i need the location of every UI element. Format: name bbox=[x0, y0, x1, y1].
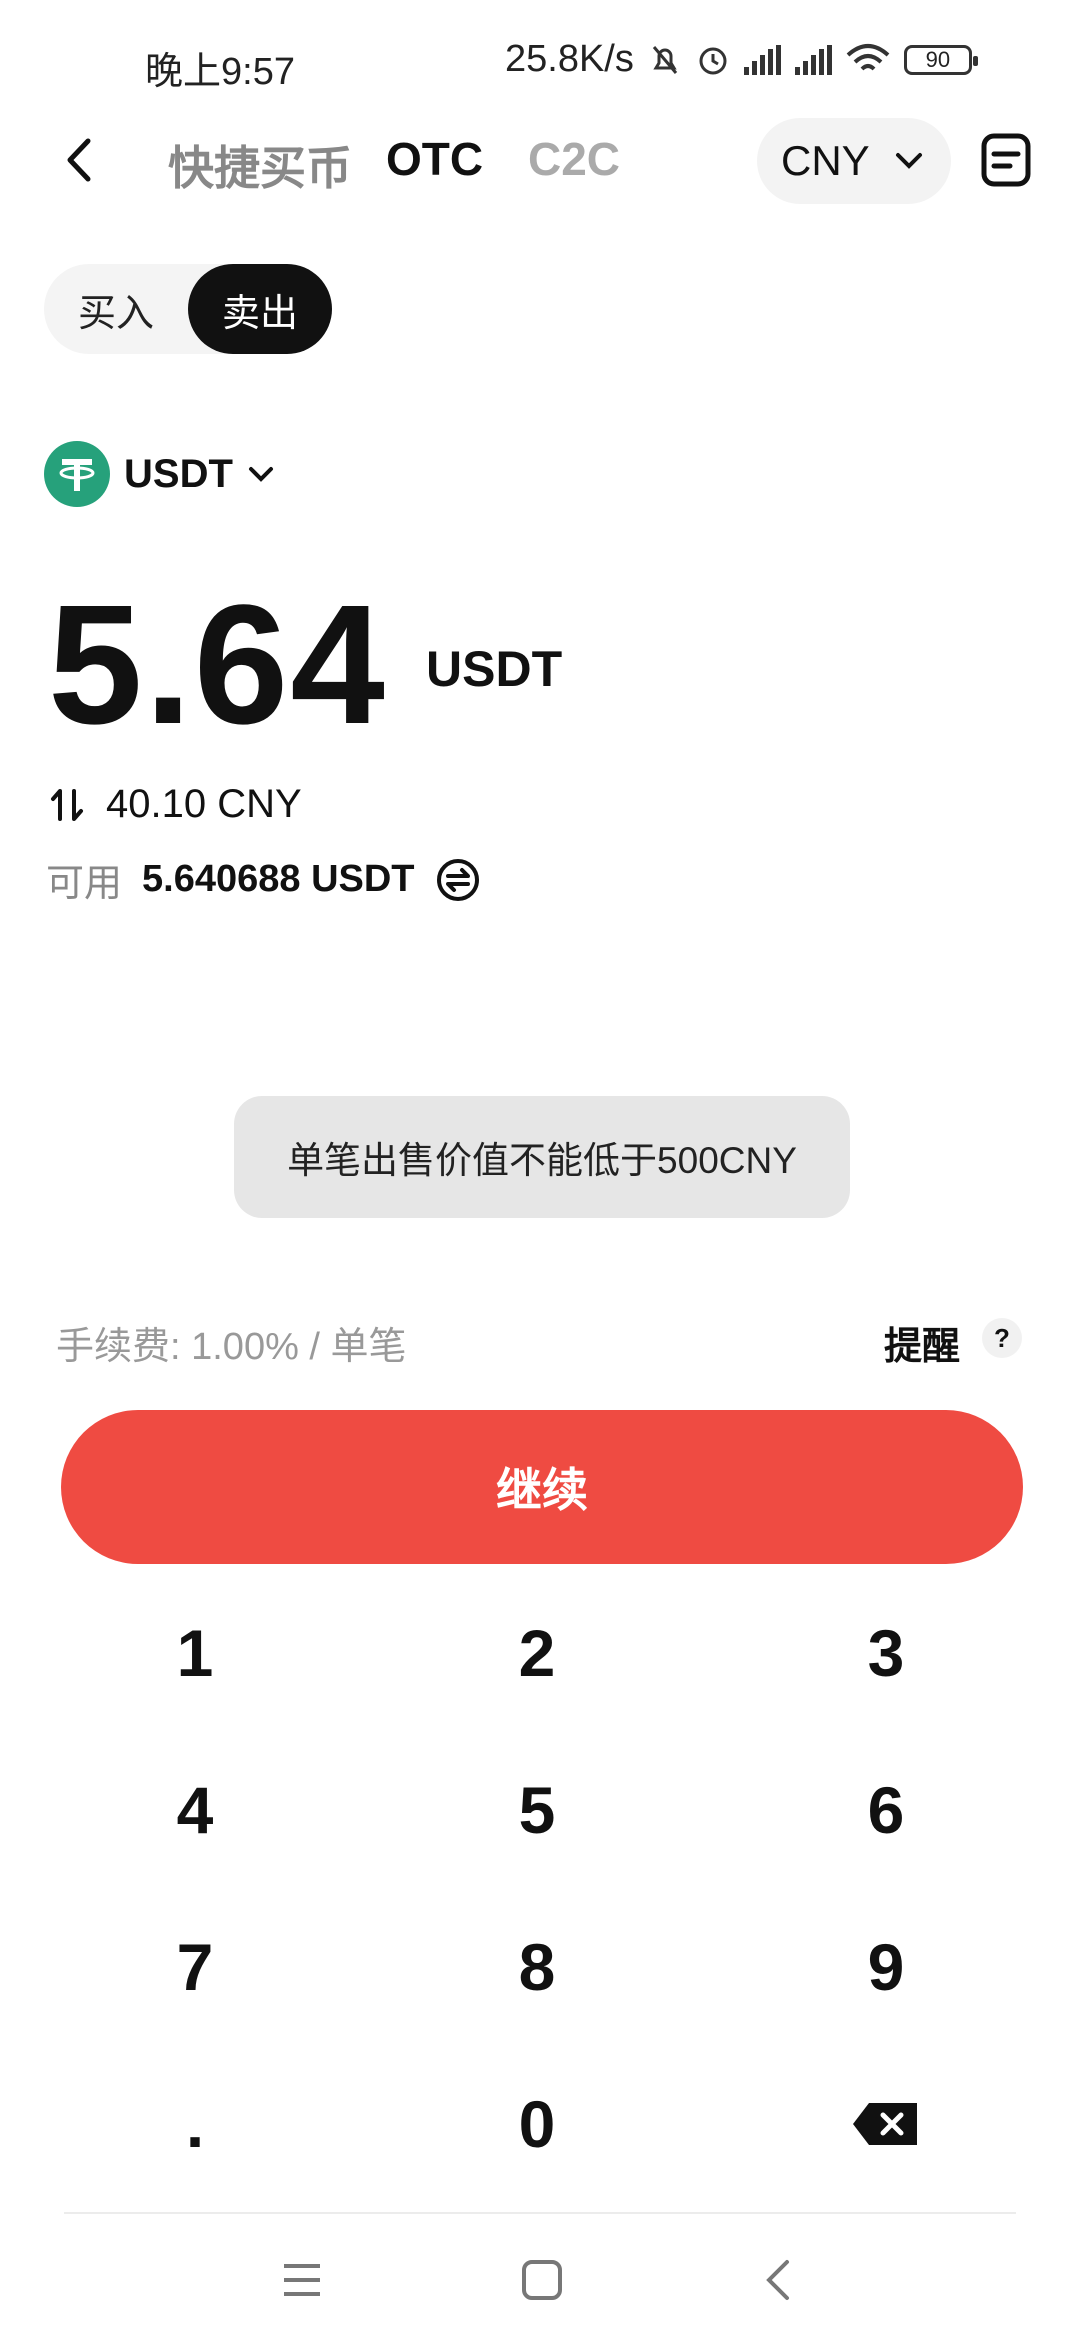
converted-amount[interactable]: 40.10 CNY bbox=[50, 782, 302, 827]
amount-value: 5.64 bbox=[48, 570, 387, 760]
net-speed: 25.8K/s bbox=[505, 38, 634, 80]
alarm-icon bbox=[699, 47, 727, 74]
key-backspace[interactable] bbox=[786, 2064, 986, 2184]
menu-nav-icon[interactable] bbox=[272, 2250, 332, 2310]
signal-icon bbox=[743, 44, 781, 75]
sell-option[interactable]: 卖出 bbox=[188, 264, 332, 354]
remind-link[interactable]: 提醒 bbox=[884, 1315, 960, 1370]
key-0[interactable]: 0 bbox=[437, 2064, 637, 2184]
signal-icon bbox=[794, 44, 832, 75]
available-label: 可用 bbox=[46, 863, 123, 905]
swap-vertical-icon bbox=[51, 788, 83, 821]
battery-level: 90 bbox=[925, 46, 951, 72]
min-sell-toast: 单笔出售价值不能低于500CNY bbox=[234, 1096, 850, 1218]
mute-bell-icon bbox=[652, 45, 678, 74]
currency-label: CNY bbox=[781, 137, 870, 184]
order-list-icon[interactable] bbox=[980, 132, 1032, 188]
home-nav-icon[interactable] bbox=[512, 2250, 572, 2310]
buy-option[interactable]: 买入 bbox=[44, 264, 188, 354]
fee-info: 手续费: 1.00% / 单笔 bbox=[56, 1326, 407, 1368]
wifi-icon bbox=[846, 43, 890, 70]
key-dot[interactable]: . bbox=[95, 2064, 295, 2184]
convert-circle-icon[interactable] bbox=[435, 857, 481, 903]
status-bar: 晚上9:57 25.8K/s 90 bbox=[0, 0, 1080, 128]
status-icons: 25.8K/s 90 bbox=[505, 38, 978, 81]
continue-button[interactable]: 继续 bbox=[61, 1410, 1023, 1564]
tab-c2c[interactable]: C2C bbox=[528, 132, 620, 186]
battery-icon: 90 bbox=[903, 44, 978, 75]
key-9[interactable]: 9 bbox=[786, 1907, 986, 2027]
status-time: 晚上9:57 bbox=[145, 51, 295, 93]
key-3[interactable]: 3 bbox=[786, 1593, 986, 1713]
available-balance: 可用 5.640688 USDT bbox=[46, 852, 481, 907]
trade-mode-toggle: 买入 卖出 bbox=[44, 264, 332, 354]
amount-unit: USDT bbox=[426, 641, 563, 697]
chevron-down-icon bbox=[895, 153, 922, 169]
key-6[interactable]: 6 bbox=[786, 1750, 986, 1870]
key-1[interactable]: 1 bbox=[95, 1593, 295, 1713]
currency-selector[interactable]: CNY bbox=[757, 118, 951, 204]
back-arrow-icon[interactable] bbox=[60, 135, 100, 185]
key-8[interactable]: 8 bbox=[437, 1907, 637, 2027]
tab-otc[interactable]: OTC bbox=[386, 132, 483, 186]
key-2[interactable]: 2 bbox=[437, 1593, 637, 1713]
coin-selector[interactable]: USDT bbox=[44, 441, 275, 507]
help-icon[interactable]: ? bbox=[982, 1318, 1022, 1358]
converted-value: 40.10 CNY bbox=[106, 782, 302, 826]
back-nav-icon[interactable] bbox=[748, 2250, 808, 2310]
key-5[interactable]: 5 bbox=[437, 1750, 637, 1870]
key-4[interactable]: 4 bbox=[95, 1750, 295, 1870]
coin-symbol: USDT bbox=[124, 451, 233, 496]
available-value: 5.640688 USDT bbox=[142, 858, 415, 900]
backspace-icon bbox=[853, 2103, 917, 2145]
divider bbox=[64, 2212, 1016, 2214]
tab-quick-buy[interactable]: 快捷买币 bbox=[168, 132, 352, 198]
key-7[interactable]: 7 bbox=[95, 1907, 295, 2027]
chevron-down-icon bbox=[248, 467, 273, 482]
usdt-logo-icon bbox=[44, 441, 110, 507]
